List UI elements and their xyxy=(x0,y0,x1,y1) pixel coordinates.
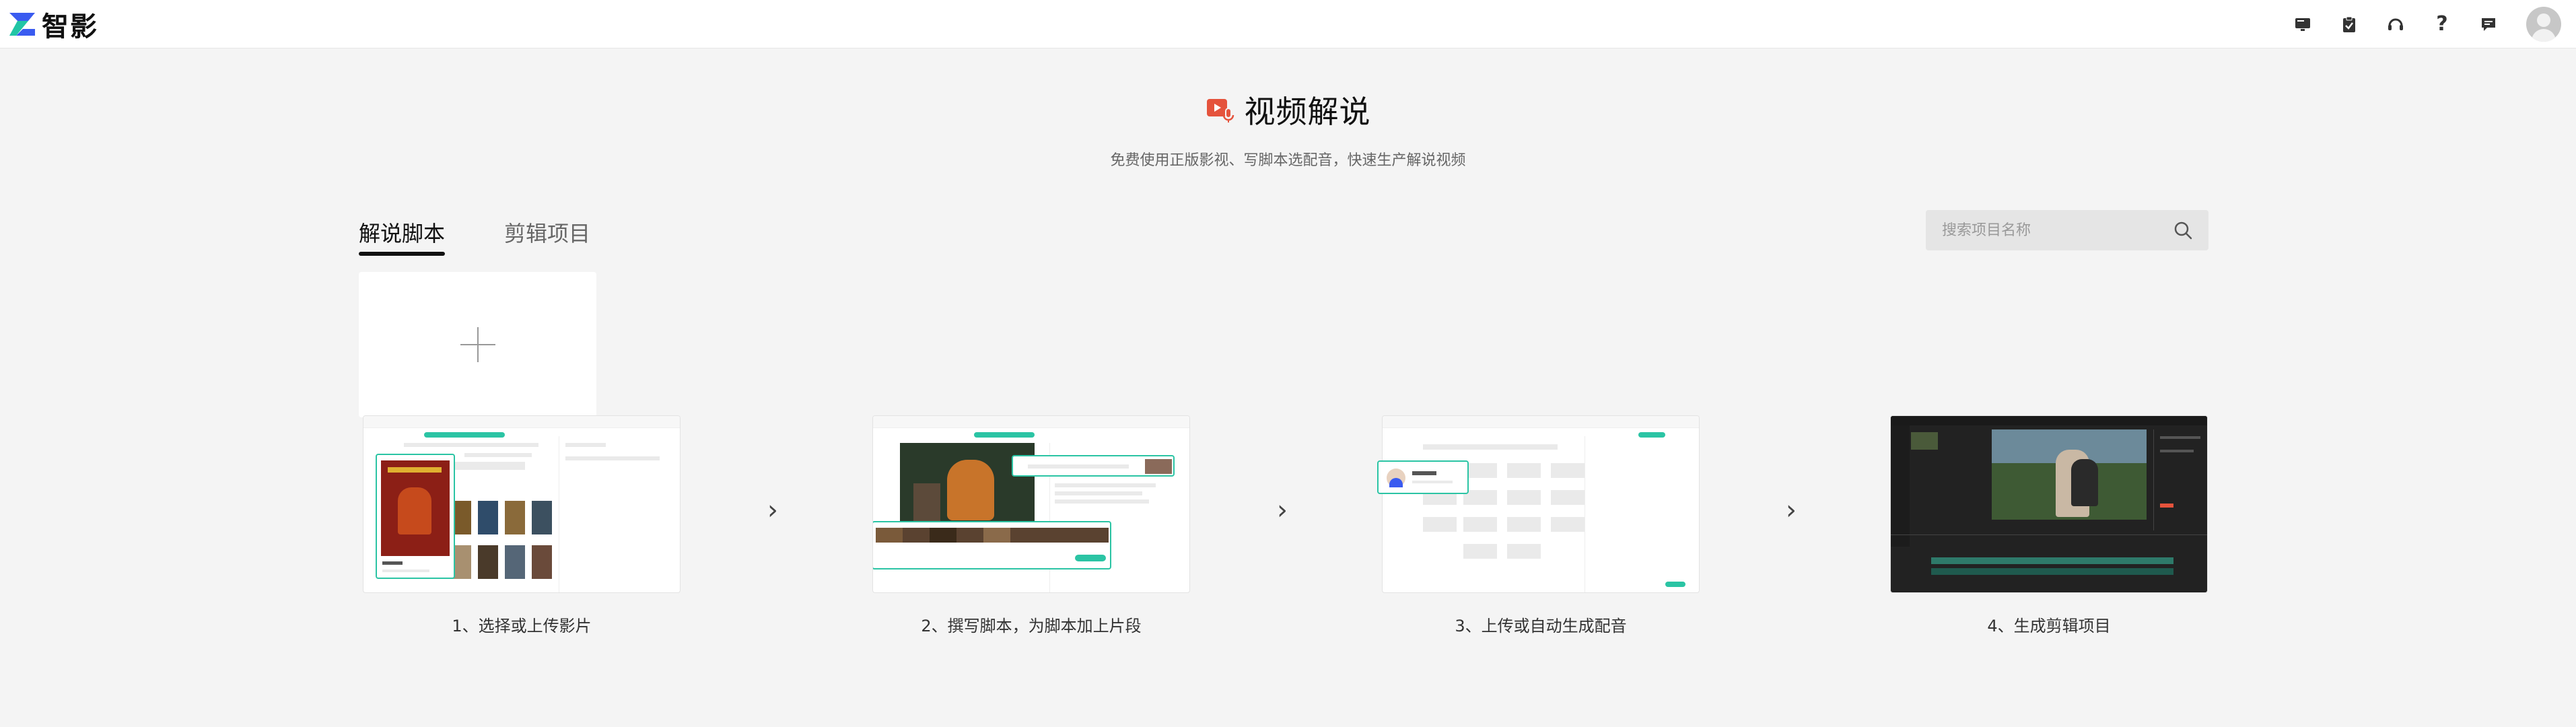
chevron-right-icon: › xyxy=(1277,495,1288,526)
message-icon[interactable] xyxy=(2476,12,2501,36)
step-2-label: 2、撰写脚本，为脚本加上片段 xyxy=(921,617,1142,635)
search-icon[interactable] xyxy=(2172,219,2194,241)
app-logo[interactable]: 智影 xyxy=(8,7,98,42)
top-bar: 智影 ? xyxy=(0,0,2576,48)
step-3-thumbnail xyxy=(1383,416,1699,592)
step-2-thumbnail xyxy=(873,416,1189,592)
chevron-right-icon: › xyxy=(1786,495,1797,526)
monitor-icon[interactable] xyxy=(2291,12,2315,36)
search-input[interactable] xyxy=(1926,210,2172,250)
search-box xyxy=(1926,210,2208,250)
step-4-thumbnail xyxy=(1891,416,2207,592)
step-4-label: 4、生成剪辑项目 xyxy=(1987,617,2111,635)
new-project-card[interactable] xyxy=(359,272,596,417)
step-1-label: 1、选择或上传影片 xyxy=(452,617,592,635)
tab-bar: 解说脚本 剪辑项目 xyxy=(359,217,650,256)
headset-icon[interactable] xyxy=(2383,12,2408,36)
clipboard-icon[interactable] xyxy=(2337,12,2361,36)
chevron-right-icon: › xyxy=(767,495,778,526)
step-1-thumbnail xyxy=(363,416,680,592)
page-header: 视频解说 免费使用正版影视、写脚本选配音，快速生产解说视频 xyxy=(0,88,2576,170)
tab-narration-script[interactable]: 解说脚本 xyxy=(359,217,446,256)
step-3-label: 3、上传或自动生成配音 xyxy=(1455,617,1627,635)
app-name: 智影 xyxy=(42,11,98,42)
help-icon[interactable]: ? xyxy=(2430,12,2454,36)
video-narration-icon xyxy=(1206,99,1234,123)
avatar[interactable] xyxy=(2526,7,2561,42)
logo-icon xyxy=(9,13,35,36)
tab-edit-project[interactable]: 剪辑项目 xyxy=(504,217,590,256)
plus-icon xyxy=(460,327,495,362)
page-subtitle: 免费使用正版影视、写脚本选配音，快速生产解说视频 xyxy=(1110,152,1466,169)
page-title: 视频解说 xyxy=(1244,94,1371,130)
